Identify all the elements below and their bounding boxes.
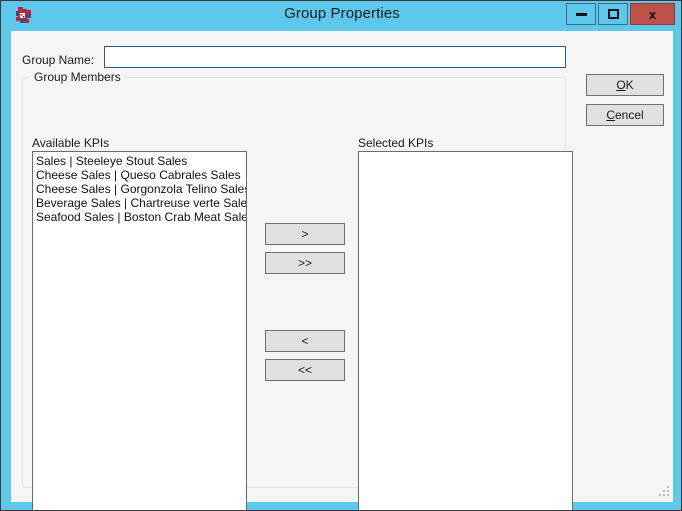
close-icon: x xyxy=(648,6,657,22)
move-all-right-button[interactable]: >> xyxy=(265,252,345,274)
resize-grip-icon[interactable] xyxy=(657,486,670,499)
ok-button-mnemonic: O xyxy=(616,78,626,92)
title-bar[interactable]: Group Properties x xyxy=(1,1,681,31)
close-button[interactable]: x xyxy=(630,3,675,25)
app-puzzle-icon xyxy=(14,6,34,26)
list-item[interactable]: Sales | Steeleye Stout Sales xyxy=(33,154,246,168)
maximize-icon xyxy=(607,9,619,19)
selected-kpis-listbox[interactable] xyxy=(358,151,573,510)
selected-kpis-label: Selected KPIs xyxy=(358,136,434,150)
maximize-button[interactable] xyxy=(598,3,628,25)
list-item[interactable]: Cheese Sales | Gorgonzola Telino Sales xyxy=(33,182,246,196)
cancel-button-label: encel xyxy=(614,108,644,122)
available-kpis-label: Available KPIs xyxy=(32,136,110,150)
cancel-button-mnemonic: C xyxy=(606,108,615,122)
ok-button-label: K xyxy=(625,78,634,92)
minimize-icon xyxy=(575,12,587,16)
move-left-button[interactable]: < xyxy=(265,330,345,352)
dialog-client-area: Group Name: Group Members Available KPIs… xyxy=(11,31,673,510)
ok-button[interactable]: OK xyxy=(586,74,664,96)
group-name-input[interactable] xyxy=(104,46,566,68)
minimize-button[interactable] xyxy=(566,3,596,25)
list-item[interactable]: Seafood Sales | Boston Crab Meat Sales xyxy=(33,210,246,224)
group-name-label: Group Name: xyxy=(22,53,95,67)
group-properties-window: Group Properties x Group Name: Group Mem… xyxy=(0,0,682,511)
cancel-button[interactable]: Cencel xyxy=(586,104,664,126)
group-members-legend: Group Members xyxy=(30,70,125,84)
available-kpis-listbox[interactable]: Sales | Steeleye Stout Sales Cheese Sale… xyxy=(32,151,247,510)
window-controls: x xyxy=(566,3,675,25)
move-right-button[interactable]: > xyxy=(265,223,345,245)
list-item[interactable]: Cheese Sales | Queso Cabrales Sales xyxy=(33,168,246,182)
list-item[interactable]: Beverage Sales | Chartreuse verte Sales xyxy=(33,196,246,210)
move-all-left-button[interactable]: << xyxy=(265,359,345,381)
